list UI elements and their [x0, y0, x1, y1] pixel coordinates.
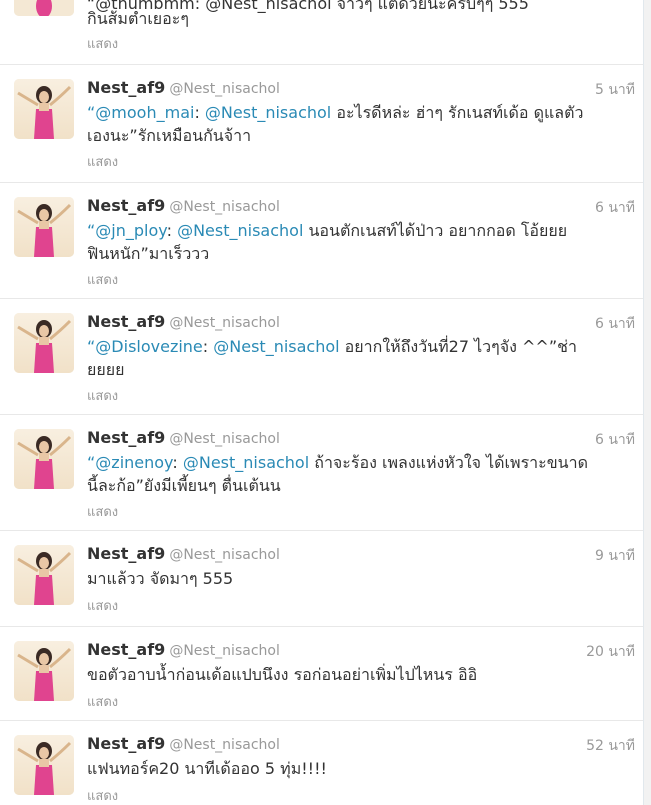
tweet-text-segment: : [194, 103, 205, 122]
fullname[interactable]: Nest_af9 [87, 78, 165, 97]
tweet-text-segment: : [166, 221, 178, 240]
mention-link[interactable]: @Dislovezine [95, 337, 202, 356]
tweet[interactable]: Nest_af9 @Nest_nisachol 6 นาที “@Dislovezin… [0, 298, 643, 415]
tweet-text-segment: ขอตัวอาบน้ำก่อนเด้อแปบนึงง รอก่อนอย่าเพิ… [87, 665, 478, 684]
fullname[interactable]: Nest_af9 [87, 640, 165, 659]
timestamp[interactable]: 5 นาที [595, 79, 635, 101]
tweet-text-segment: มาแล้วว จัดมาๆ 555 [87, 569, 234, 588]
username[interactable]: @Nest_nisachol [169, 643, 280, 659]
mention-link[interactable]: @mooh_mai [95, 103, 194, 122]
tweet-header: Nest_af9 @Nest_nisachol 52 นาที [87, 734, 635, 756]
tweet-header: Nest_af9 @Nest_nisachol 20 นาที [87, 640, 635, 662]
timestamp[interactable]: 52 นาที [586, 735, 635, 757]
fullname[interactable]: Nest_af9 [87, 196, 165, 215]
avatar[interactable] [14, 545, 74, 605]
tweet-text-line: มาแล้วว จัดมาๆ 555 [87, 567, 593, 590]
mention-link[interactable]: @Nest_nisachol [205, 103, 331, 122]
tweet-text-segment: : [202, 337, 214, 356]
mention-link[interactable]: @jn_ploy [95, 221, 166, 240]
timestamp[interactable]: 20 นาที [586, 641, 635, 663]
tweet-text-segment: นอนตักเนสท์ได้ป่าว อยากกอด โอ้ยยย [303, 221, 568, 240]
tweet-header: Nest_af9 @Nest_nisachol 6 นาที [87, 312, 635, 334]
fullname[interactable]: Nest_af9 [87, 544, 165, 563]
avatar[interactable] [14, 313, 74, 373]
mention-link[interactable]: @zinenoy [95, 453, 172, 472]
tweet-text-line: กินส้มตำเยอะๆ [87, 9, 189, 28]
tweet-header: Nest_af9 @Nest_nisachol 5 นาที [87, 78, 635, 100]
timestamp[interactable]: 6 นาที [595, 197, 635, 219]
expand-link[interactable]: แสดง [87, 269, 118, 290]
expand-link[interactable]: แสดง [87, 691, 118, 712]
tweet-text-line: ขอตัวอาบน้ำก่อนเด้อแปบนึงง รอก่อนอย่าเพิ… [87, 663, 593, 686]
tweet-text-segment: ยยยย [87, 360, 125, 379]
username[interactable]: @Nest_nisachol [169, 315, 280, 331]
tweet-text-segment: ฟินหนัก”มาเร็ววว [87, 244, 210, 263]
tweet-header: Nest_af9 @Nest_nisachol 6 นาที [87, 196, 635, 218]
tweet-text-line: “@zinenoy: @Nest_nisachol ถ้าจะร้อง เพลง… [87, 451, 593, 474]
username[interactable]: @Nest_nisachol [169, 547, 280, 563]
tweet-text-segment: เองนะ”รักเหมือนกันจ้าา [87, 126, 252, 145]
tweet-text-segment: นี้ละก้อ”ยังมีเพี้ยนๆ ตื่นเต้นน [87, 476, 281, 495]
tweet[interactable]: Nest_af9 @Nest_nisachol 6 นาที “@zinenoy: @… [0, 414, 643, 531]
username[interactable]: @Nest_nisachol [169, 737, 280, 753]
tweet-text-line: “@jn_ploy: @Nest_nisachol นอนตักเนสท์ได้… [87, 219, 593, 242]
tweet-text-line: นี้ละก้อ”ยังมีเพี้ยนๆ ตื่นเต้นน [87, 474, 593, 497]
tweet-text-line: เองนะ”รักเหมือนกันจ้าา [87, 124, 593, 147]
expand-link[interactable]: แสดง [87, 595, 118, 616]
tweet[interactable]: Nest_af9 @Nest_nisachol 5 นาที “@mooh_mai: … [0, 64, 643, 183]
expand-link[interactable]: แสดง [87, 785, 118, 805]
timeline: “@thumbmm: @Nest_nisachol จ้าวๆ แต่ด้วยน… [0, 0, 644, 805]
avatar[interactable] [14, 197, 74, 257]
scrollbar[interactable] [644, 0, 651, 805]
tweet-text-segment: : [172, 453, 183, 472]
tweet-header: Nest_af9 @Nest_nisachol 9 นาที [87, 544, 635, 566]
avatar[interactable] [14, 79, 74, 139]
fullname[interactable]: Nest_af9 [87, 428, 165, 447]
tweet-text-line: แฟนทอร์ค20 นาทีเด้ออo 5 ทุ่ม!!!! [87, 757, 593, 780]
timestamp[interactable]: 6 นาที [595, 429, 635, 451]
tweet-partial[interactable]: “@thumbmm: @Nest_nisachol จ้าวๆ แต่ด้วยน… [0, 0, 643, 65]
avatar[interactable] [14, 0, 74, 16]
tweet-text-line: ยยยย [87, 358, 593, 381]
tweet-text-line: ฟินหนัก”มาเร็ววว [87, 242, 593, 265]
tweet[interactable]: Nest_af9 @Nest_nisachol 52 นาทีแฟนทอร์ค20 … [0, 720, 643, 805]
username[interactable]: @Nest_nisachol [169, 431, 280, 447]
mention-link[interactable]: @Nest_nisachol [213, 337, 339, 356]
timestamp[interactable]: 9 นาที [595, 545, 635, 567]
expand-link[interactable]: แสดง [87, 33, 118, 54]
tweet-header: Nest_af9 @Nest_nisachol 6 นาที [87, 428, 635, 450]
tweet-text-line: “@Dislovezine: @Nest_nisachol อยากให้ถึง… [87, 335, 593, 358]
username[interactable]: @Nest_nisachol [169, 81, 280, 97]
mention-link[interactable]: @Nest_nisachol [183, 453, 309, 472]
tweet-text-line: “@mooh_mai: @Nest_nisachol อะไรดีหล่ะ ฮ่… [87, 101, 593, 124]
tweet[interactable]: Nest_af9 @Nest_nisachol 20 นาทีขอตัวอาบน้ำ… [0, 626, 643, 721]
timestamp[interactable]: 6 นาที [595, 313, 635, 335]
expand-link[interactable]: แสดง [87, 151, 118, 172]
avatar[interactable] [14, 735, 74, 795]
tweet-text-segment: ถ้าจะร้อง เพลงแห่งหัวใจ ได้เพราะขนาด [309, 453, 588, 472]
avatar[interactable] [14, 641, 74, 701]
fullname[interactable]: Nest_af9 [87, 734, 165, 753]
expand-link[interactable]: แสดง [87, 385, 118, 406]
avatar[interactable] [14, 429, 74, 489]
tweet-text-segment: แฟนทอร์ค20 นาทีเด้ออo 5 ทุ่ม!!!! [87, 759, 327, 778]
tweet[interactable]: Nest_af9 @Nest_nisachol 6 นาที “@jn_ploy: @… [0, 182, 643, 299]
tweet-text-segment: อะไรดีหล่ะ ฮ่าๆ รักเนสท์เด้อ ดูแลตัว [331, 103, 584, 122]
username[interactable]: @Nest_nisachol [169, 199, 280, 215]
fullname[interactable]: Nest_af9 [87, 312, 165, 331]
expand-link[interactable]: แสดง [87, 501, 118, 522]
mention-link[interactable]: @Nest_nisachol [177, 221, 303, 240]
tweet-text-segment: อยากให้ถึงวันที่27 ไวๆจัง ^^”ช่า [339, 337, 577, 356]
tweet[interactable]: Nest_af9 @Nest_nisachol 9 นาทีมาแล้วว จัดม… [0, 530, 643, 627]
